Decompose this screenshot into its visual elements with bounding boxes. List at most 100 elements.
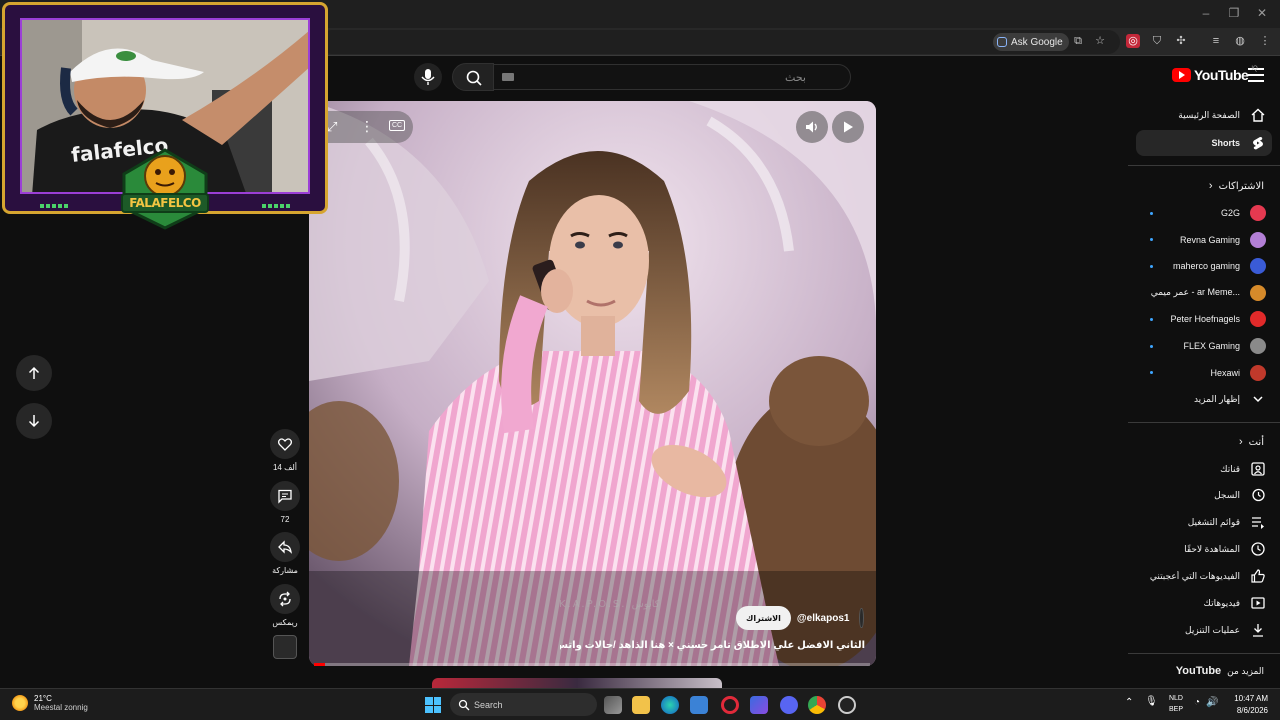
close-icon[interactable]: ✕ — [1252, 6, 1272, 20]
shield-extension-icon[interactable]: ⛉ — [1150, 34, 1164, 48]
channel-icon — [1250, 461, 1266, 477]
bookmark-star-icon[interactable]: ☆ — [1093, 34, 1107, 48]
remix-label: ريمكس — [272, 618, 298, 627]
channel-avatar[interactable] — [859, 608, 864, 628]
app-icon[interactable] — [750, 696, 768, 714]
play-button[interactable] — [832, 111, 864, 143]
sidebar-item-home[interactable]: الصفحة الرئيسية — [1136, 102, 1272, 128]
new-content-dot — [1150, 211, 1153, 215]
share-action: مشاركة — [270, 532, 300, 575]
task-view-icon[interactable] — [604, 696, 622, 714]
sidebar-item-downloads[interactable]: عمليات التنزيل — [1136, 617, 1272, 643]
search-button[interactable] — [452, 63, 494, 91]
taskbar-search[interactable]: Search — [450, 693, 597, 716]
share-icon — [278, 540, 292, 554]
sidebar-item-your-videos[interactable]: فيديوهاتك — [1136, 590, 1272, 616]
chevron-down-icon — [1250, 391, 1266, 407]
windows-start-icon[interactable] — [425, 697, 441, 713]
language-indicator[interactable]: NLD BEP — [1166, 693, 1186, 715]
search-icon — [466, 70, 482, 86]
comment-icon — [278, 489, 292, 504]
show-more-button[interactable]: إظهار المزيد — [1136, 386, 1272, 412]
weather-condition: Meestal zonnig — [34, 703, 88, 712]
weather-widget[interactable]: 21°C Meestal zonnig — [12, 694, 88, 712]
search-box — [493, 64, 851, 90]
subscription-item[interactable]: G2G — [1136, 200, 1272, 226]
sidebar-item-your-channel[interactable]: قناتك — [1136, 456, 1272, 482]
chrome-icon[interactable] — [808, 696, 826, 714]
shorts-icon — [1250, 135, 1266, 151]
comment-count: 72 — [280, 515, 290, 524]
install-app-icon[interactable]: ⧉ — [1071, 34, 1085, 48]
sidebar-item-shorts[interactable]: Shorts — [1136, 130, 1272, 156]
next-short-button[interactable] — [16, 403, 52, 439]
edge-icon[interactable] — [661, 696, 679, 714]
watch-later-icon — [1250, 541, 1266, 557]
voice-search-button[interactable] — [414, 63, 442, 91]
discord-icon[interactable] — [780, 696, 798, 714]
sidebar-item-history[interactable]: السجل — [1136, 482, 1272, 508]
sidebar-divider — [1128, 653, 1280, 654]
comments-button[interactable] — [270, 481, 300, 511]
falafelco-logo-icon — [121, 148, 209, 230]
opera-icon[interactable] — [721, 696, 739, 714]
sidebar-divider — [1128, 165, 1280, 166]
search-input[interactable] — [506, 69, 806, 86]
subscription-item[interactable]: Revna Gaming — [1136, 227, 1272, 253]
browser-menu-icon[interactable]: ⋮ — [1258, 34, 1272, 48]
like-button[interactable] — [270, 429, 300, 459]
extension-icon[interactable]: ◎ — [1126, 34, 1140, 48]
frame-decoration — [40, 204, 68, 208]
like-action: 14 ألف — [270, 429, 300, 472]
short-video-player[interactable]: K.A.P.O.S. كابوس ⤢ ⋮ CC — [309, 101, 876, 666]
comment-action: 72 — [270, 481, 300, 524]
region-code: IQ — [1251, 66, 1258, 72]
previous-short-button[interactable] — [16, 355, 52, 391]
store-icon[interactable] — [690, 696, 708, 714]
restore-icon[interactable]: ❐ — [1224, 6, 1244, 20]
captions-icon[interactable]: CC — [389, 120, 406, 131]
sidebar-item-watch-later[interactable]: المشاهدة لاحقًا — [1136, 536, 1272, 562]
channel-avatar-icon — [1250, 311, 1266, 328]
search-icon — [458, 699, 470, 711]
remix-action: ريمكس — [270, 584, 300, 627]
tray-overflow-icon[interactable]: ⌃ — [1125, 697, 1133, 708]
new-content-dot — [1150, 317, 1153, 321]
home-icon — [1250, 107, 1266, 123]
lens-icon — [997, 37, 1007, 47]
youtube-logo[interactable]: YouTube IQ — [1172, 66, 1258, 83]
volume-tray-icon[interactable]: 🔊 — [1206, 697, 1218, 708]
channel-avatar-icon — [1250, 205, 1266, 221]
file-explorer-icon[interactable] — [632, 696, 650, 714]
subscription-item[interactable]: FLEX Gaming — [1136, 333, 1272, 359]
you-header[interactable]: › أنت — [1136, 432, 1272, 452]
profile-icon[interactable]: ◍ — [1233, 34, 1247, 48]
system-clock[interactable]: 10:47 AM 8/6/2026 — [1222, 693, 1268, 717]
sidebar-item-playlists[interactable]: قوائم التشغيل — [1136, 509, 1272, 535]
share-button[interactable] — [270, 532, 300, 562]
heart-icon — [277, 438, 293, 451]
mute-button[interactable] — [796, 111, 828, 143]
sound-thumbnail[interactable] — [273, 635, 297, 659]
steam-icon[interactable] — [838, 696, 856, 714]
sidebar-item-liked-videos[interactable]: الفيديوهات التي أعجبتني — [1136, 563, 1272, 589]
microphone-tray-icon[interactable]: 🎙 — [1145, 696, 1158, 707]
subscription-item[interactable]: maherco gaming — [1136, 253, 1272, 279]
wifi-icon[interactable]: ◔ — [1194, 697, 1200, 708]
reading-list-icon[interactable]: ≡ — [1209, 34, 1223, 48]
windows-taskbar: 21°C Meestal zonnig Search ⌃ 🎙 NLD BEP ◔… — [0, 688, 1280, 720]
remix-button[interactable] — [270, 584, 300, 614]
subscription-item[interactable]: Peter Hoefnagels — [1136, 306, 1272, 332]
subscribe-button[interactable]: الاشتراك — [736, 606, 791, 630]
video-progress-bar[interactable] — [314, 663, 870, 666]
share-label: مشاركة — [272, 566, 298, 575]
subscription-item[interactable]: Hexawi — [1136, 360, 1272, 386]
channel-handle[interactable]: @elkapos1 — [797, 613, 850, 624]
subscription-item[interactable]: عمر ميمي - ar Meme... — [1136, 280, 1272, 306]
more-options-icon[interactable]: ⋮ — [360, 118, 374, 135]
puzzle-extensions-icon[interactable]: ✣ — [1174, 34, 1188, 48]
video-title[interactable]: الثاني الافضل علي الاطلاق تامر حسني × هن… — [560, 640, 865, 651]
ask-google-button[interactable]: Ask Google — [993, 33, 1069, 51]
minimize-icon[interactable]: – — [1196, 6, 1216, 20]
subscriptions-header[interactable]: › الاشتراكات — [1136, 176, 1272, 196]
